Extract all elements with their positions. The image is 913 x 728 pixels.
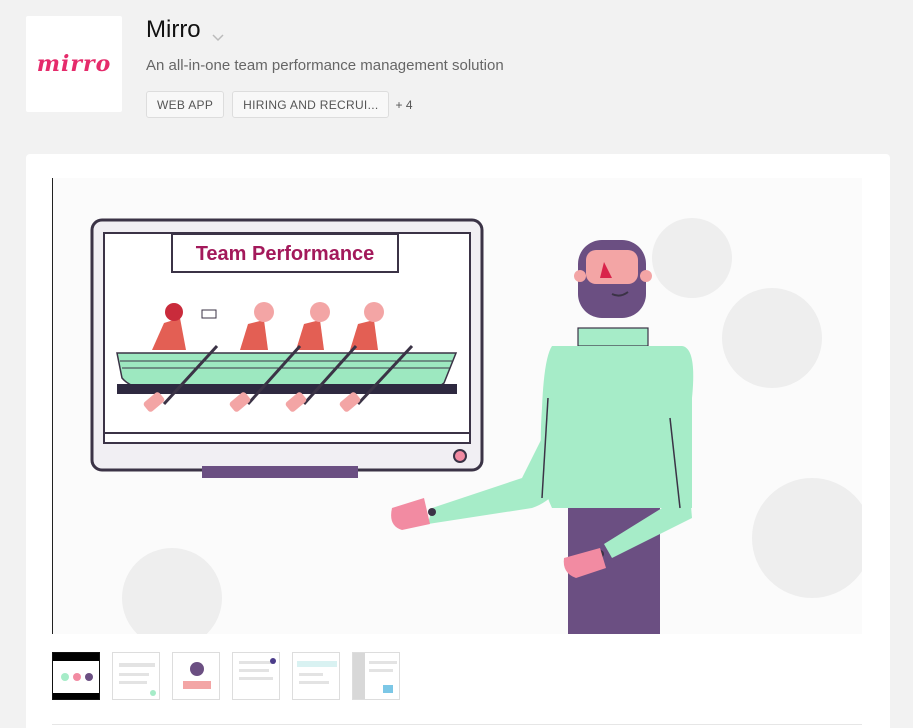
thumbnail-1[interactable]: [52, 652, 100, 700]
tag-list: WEB APP HIRING AND RECRUI... + 4: [146, 91, 413, 118]
card-divider: [52, 724, 862, 725]
more-tags-link[interactable]: + 4: [395, 98, 412, 112]
app-name: Mirro: [146, 16, 201, 43]
board-title: Team Performance: [196, 243, 375, 265]
app-logo: mirro: [26, 16, 122, 112]
hero-border: [52, 178, 53, 634]
app-title-row: Mirro: [146, 16, 225, 44]
thumbnail-strip: [52, 652, 400, 700]
media-card: Team Performance: [26, 154, 890, 728]
hero-illustration[interactable]: Team Performance: [52, 178, 862, 634]
thumbnail-2[interactable]: [112, 652, 160, 700]
logo-text: mirro: [36, 51, 112, 77]
thumbnail-6[interactable]: [352, 652, 400, 700]
thumbnail-5[interactable]: [292, 652, 340, 700]
thumbnail-4[interactable]: [232, 652, 280, 700]
tag-web-app[interactable]: WEB APP: [146, 91, 225, 118]
app-tagline: An all-in-one team performance managemen…: [146, 57, 504, 74]
hero-svg: Team Performance: [90, 218, 862, 634]
tag-hiring[interactable]: HIRING AND RECRUI...: [232, 91, 390, 118]
chevron-down-icon[interactable]: [211, 23, 225, 42]
thumbnail-3[interactable]: [172, 652, 220, 700]
